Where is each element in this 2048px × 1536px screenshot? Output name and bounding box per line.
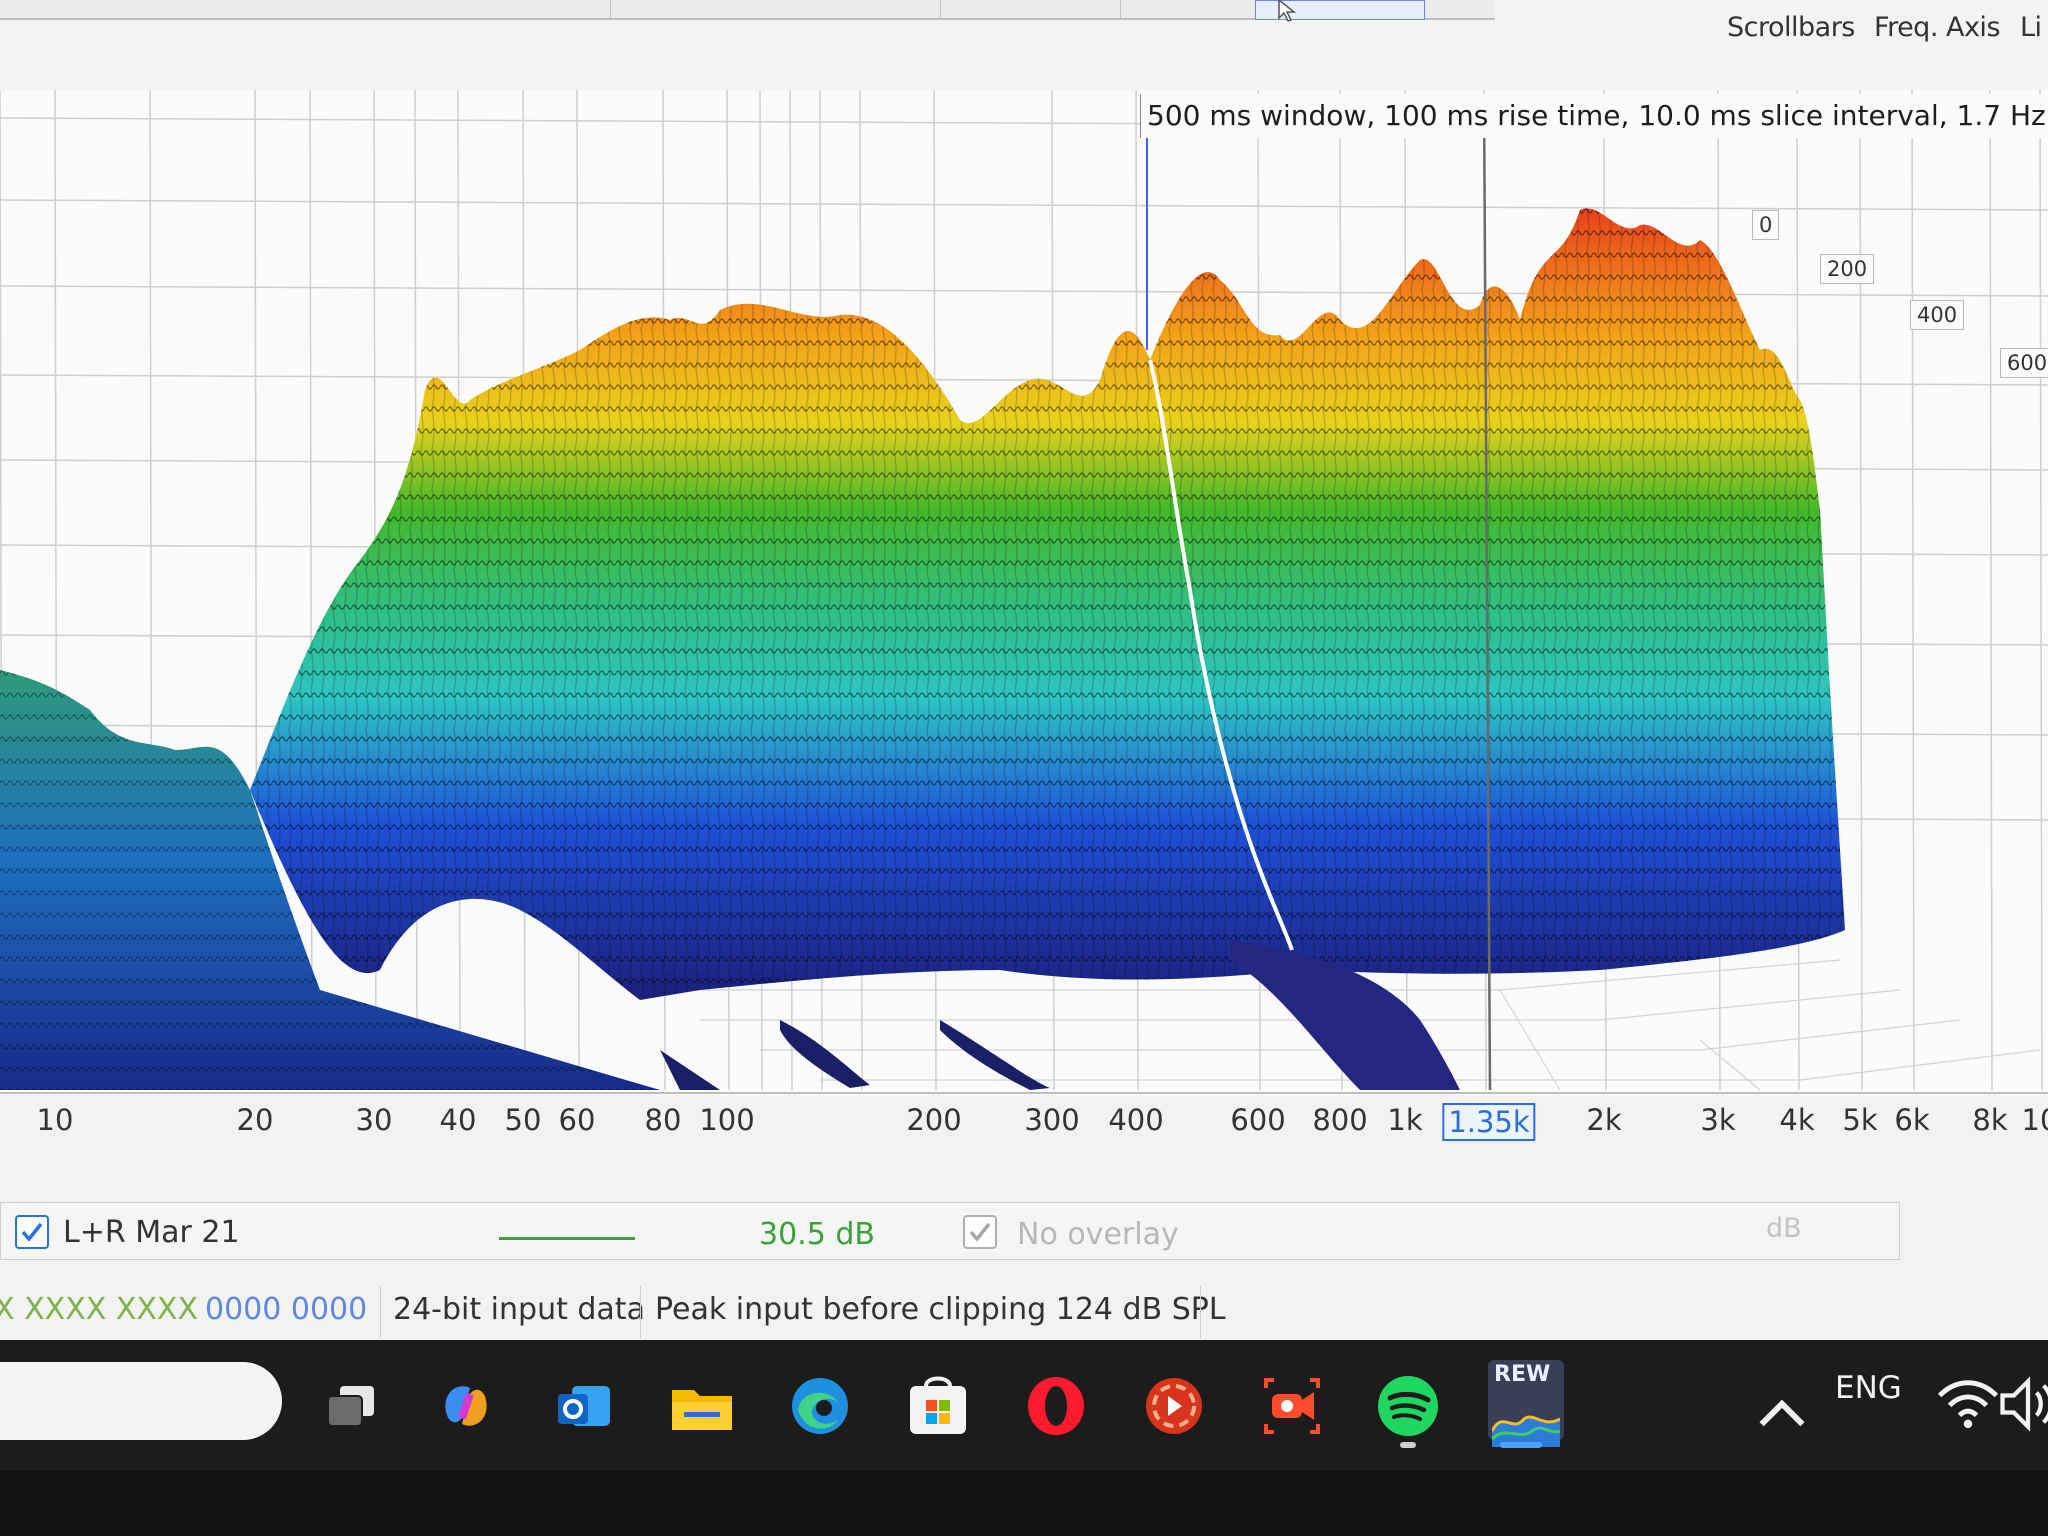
series-color-line xyxy=(499,1237,635,1240)
freq-tick: 40 xyxy=(439,1103,477,1137)
opera-icon[interactable] xyxy=(1022,1372,1090,1440)
grid-line-vertical xyxy=(1859,90,1863,1091)
series-value: 30.5 dB xyxy=(759,1217,875,1252)
peak-input-status: Peak input before clipping 124 dB SPL xyxy=(655,1292,1226,1327)
freq-tick: 60 xyxy=(558,1103,596,1137)
edge-icon[interactable] xyxy=(786,1372,854,1440)
status-field-1: X XXXX XXXX xyxy=(0,1292,199,1327)
graph-tab[interactable] xyxy=(940,0,1041,18)
grid-line-vertical xyxy=(2039,90,2043,1091)
overlay-checkbox[interactable] xyxy=(963,1215,997,1249)
taskbar: REW ENG xyxy=(0,1340,2048,1470)
grid-line-vertical xyxy=(309,90,313,1091)
freq-tick: 300 xyxy=(1024,1103,1080,1137)
freq-tick: 50 xyxy=(504,1103,542,1137)
limits-button[interactable]: Li xyxy=(2020,12,2042,43)
freq-tick: 2k xyxy=(1586,1103,1622,1137)
app-red-icon[interactable] xyxy=(1140,1372,1208,1440)
copilot-icon[interactable] xyxy=(432,1372,500,1440)
rew-window: Scrollbars Freq. Axis Li 500 ms window, … xyxy=(0,0,2048,1340)
outlook-icon[interactable] xyxy=(550,1372,618,1440)
freq-tick: 30 xyxy=(355,1103,393,1137)
time-axis-label: 400 xyxy=(1910,300,1965,330)
file-explorer-icon[interactable] xyxy=(668,1372,736,1440)
volume-icon[interactable] xyxy=(1994,1370,2048,1432)
check-icon xyxy=(969,1222,991,1242)
rew-icon[interactable]: REW xyxy=(1488,1360,1564,1447)
freq-tick: 20 xyxy=(236,1103,274,1137)
legend-panel: L+R Mar 21 30.5 dB No overlay dB xyxy=(0,1188,1900,1260)
status-field-2: 0000 0000 xyxy=(205,1292,368,1327)
freq-tick: 5k xyxy=(1842,1103,1878,1137)
status-divider xyxy=(640,1286,641,1338)
grid-line-vertical xyxy=(1911,90,1915,1091)
time-axis-label: 600 xyxy=(2000,348,2048,378)
freq-tick: 6k xyxy=(1894,1103,1930,1137)
status-bar: X XXXX XXXX 0000 0000 24-bit input data … xyxy=(0,1286,2048,1338)
overlay-label: No overlay xyxy=(1017,1217,1179,1252)
status-divider xyxy=(1200,1286,1201,1338)
wifi-icon[interactable] xyxy=(1934,1370,1999,1429)
unit-label: dB xyxy=(1766,1213,1802,1244)
freq-axis-button[interactable]: Freq. Axis xyxy=(1874,12,2001,43)
freq-tick: 10 xyxy=(36,1103,74,1137)
graph-tab[interactable] xyxy=(610,0,711,18)
time-axis-label: 0 xyxy=(1752,210,1780,240)
freq-tick: 1k xyxy=(1387,1103,1423,1137)
freq-tick: 4k xyxy=(1779,1103,1815,1137)
freq-tick: 80 xyxy=(644,1103,682,1137)
freq-tick: 200 xyxy=(906,1103,962,1137)
input-format-status: 24-bit input data xyxy=(393,1292,645,1327)
freq-tick: 3k xyxy=(1700,1103,1736,1137)
scrollbars-button[interactable]: Scrollbars xyxy=(1727,12,1855,43)
graph-selector-strip[interactable] xyxy=(0,0,1495,20)
toolbar: Scrollbars Freq. Axis Li xyxy=(0,0,2048,90)
freq-tick: 400 xyxy=(1108,1103,1164,1137)
microsoft-store-icon[interactable] xyxy=(904,1372,972,1440)
check-icon xyxy=(21,1222,43,1242)
grid-line-horizontal xyxy=(0,199,2048,211)
mouse-cursor-icon xyxy=(1278,0,1297,22)
freq-tick: 600 xyxy=(1230,1103,1286,1137)
freq-tick: 8k xyxy=(1972,1103,2008,1137)
input-language-indicator[interactable]: ENG xyxy=(1835,1370,1902,1406)
status-divider xyxy=(380,1286,381,1338)
graph-tab[interactable] xyxy=(1120,0,1251,18)
freq-tick: 800 xyxy=(1312,1103,1368,1137)
waterfall-settings-label: 500 ms window, 100 ms rise time, 10.0 ms… xyxy=(1140,94,2048,138)
cursor-frequency-readout[interactable]: 1.35k xyxy=(1442,1103,1536,1141)
chevron-up-icon[interactable] xyxy=(1748,1380,1805,1427)
app-running-indicator xyxy=(1400,1442,1416,1448)
app-active-indicator xyxy=(1500,1442,1542,1448)
grid-line-horizontal xyxy=(0,285,2048,297)
taskbar-search-box[interactable] xyxy=(0,1362,282,1440)
spotify-icon[interactable] xyxy=(1374,1372,1442,1440)
waterfall-graph[interactable]: 500 ms window, 100 ms rise time, 10.0 ms… xyxy=(0,90,2048,1095)
rew-icon-label: REW xyxy=(1494,1362,1551,1387)
grid-line-vertical xyxy=(1989,90,1993,1091)
task-view-icon[interactable] xyxy=(318,1372,386,1440)
time-axis-label: 200 xyxy=(1820,254,1875,284)
freq-tick: 100 xyxy=(699,1103,755,1137)
series-name: L+R Mar 21 xyxy=(63,1215,240,1250)
screen-recorder-icon[interactable] xyxy=(1258,1372,1326,1440)
legend-row: L+R Mar 21 30.5 dB No overlay dB xyxy=(0,1202,1900,1260)
series-visibility-checkbox[interactable] xyxy=(15,1215,49,1249)
waterfall-plot-area[interactable] xyxy=(0,90,2048,1095)
freq-tick: 10 xyxy=(2021,1103,2048,1137)
